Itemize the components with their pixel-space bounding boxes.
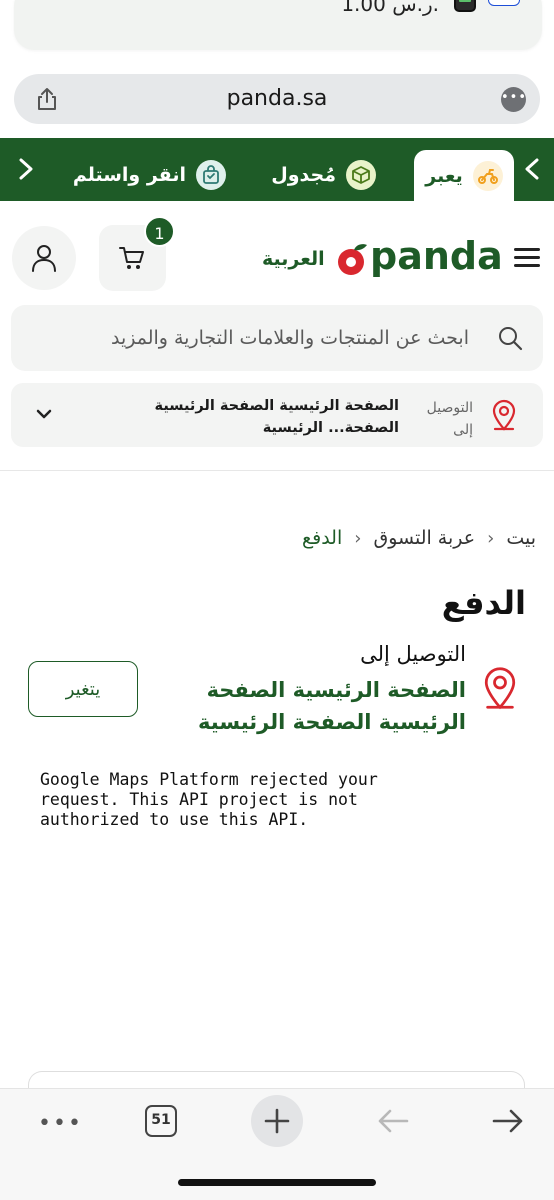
breadcrumb-separator-icon: ‹ bbox=[487, 527, 495, 549]
tab-click-collect[interactable]: انقر واستلم bbox=[73, 148, 226, 201]
chevron-left-icon[interactable] bbox=[520, 156, 544, 182]
brand-name: panda bbox=[370, 234, 503, 278]
forward-arrow-icon[interactable] bbox=[491, 1107, 525, 1135]
payment-notification[interactable]: 1.00 ر.س. bbox=[14, 0, 542, 50]
change-address-button[interactable]: يتغير bbox=[28, 661, 138, 717]
notification-amount: 1.00 ر.س. bbox=[341, 0, 439, 16]
breadcrumb-current: الدفع bbox=[302, 527, 343, 549]
delivery-mode-tabs: يعبر مُجدول انقر واستلم bbox=[0, 138, 554, 201]
location-label: التوصيل إلى bbox=[426, 400, 473, 438]
home-indicator bbox=[178, 1179, 376, 1186]
box-icon bbox=[346, 159, 376, 190]
page-title: الدفع bbox=[441, 584, 526, 622]
panda-logo[interactable]: panda bbox=[336, 232, 503, 282]
chevron-right-icon[interactable] bbox=[14, 156, 38, 182]
delivery-address: الصفحة الرئيسية الصفحة الرئيسية الصفحة ا… bbox=[198, 678, 466, 734]
more-icon[interactable]: ••• bbox=[38, 1111, 83, 1136]
delivery-location-bar[interactable]: التوصيل إلى الصفحة الرئيسية الصفحة الرئي… bbox=[11, 383, 543, 447]
maps-error-message: Google Maps Platform rejected your reque… bbox=[40, 770, 378, 829]
cart-icon bbox=[119, 247, 144, 269]
wallet-icon bbox=[454, 0, 476, 12]
tab-scheduled[interactable]: مُجدول bbox=[271, 148, 376, 201]
account-button[interactable] bbox=[12, 226, 76, 290]
plus-icon bbox=[264, 1108, 290, 1134]
checkout-page: 1.00 ر.س. panda.sa ••• يعبر مُجدول انقر … bbox=[0, 0, 554, 1200]
language-switch[interactable]: العربية bbox=[262, 248, 325, 270]
address-bar[interactable]: panda.sa ••• bbox=[14, 74, 540, 124]
back-arrow-icon[interactable] bbox=[376, 1107, 410, 1135]
breadcrumb-cart[interactable]: عربة التسوق bbox=[373, 527, 475, 549]
scooter-icon bbox=[472, 160, 503, 191]
search-bar[interactable] bbox=[11, 305, 543, 371]
panda-logo-mark-icon bbox=[338, 244, 367, 275]
tab-express[interactable]: يعبر bbox=[414, 150, 514, 201]
breadcrumb-home[interactable]: بيت bbox=[506, 527, 536, 549]
payment-badge-icon bbox=[488, 0, 520, 6]
location-pin-icon bbox=[492, 399, 516, 431]
new-tab-button[interactable] bbox=[251, 1095, 303, 1147]
hamburger-menu-icon[interactable] bbox=[514, 248, 540, 268]
cart-count-badge: 1 bbox=[144, 216, 175, 247]
breadcrumb-separator-icon: ‹ bbox=[354, 527, 362, 549]
location-pin-icon bbox=[484, 667, 516, 710]
delivery-label: التوصيل إلى bbox=[360, 642, 466, 666]
bag-icon bbox=[196, 159, 226, 190]
breadcrumb: بيت ‹ عربة التسوق ‹ الدفع bbox=[302, 527, 536, 549]
url-text[interactable]: panda.sa bbox=[14, 86, 540, 111]
user-icon bbox=[32, 245, 56, 272]
tab-click-collect-label: انقر واستلم bbox=[72, 163, 186, 186]
search-icon[interactable] bbox=[497, 325, 523, 351]
page-menu-icon[interactable]: ••• bbox=[501, 87, 526, 112]
header-divider bbox=[0, 470, 554, 471]
tabs-button[interactable]: 51 bbox=[145, 1105, 177, 1137]
chevron-down-icon[interactable] bbox=[35, 407, 53, 421]
tab-scheduled-label: مُجدول bbox=[271, 163, 336, 186]
search-input[interactable] bbox=[49, 305, 469, 371]
tab-express-label: يعبر bbox=[425, 164, 463, 187]
location-address: الصفحة الرئيسية الصفحة الرئيسية الصفحة..… bbox=[154, 398, 399, 436]
